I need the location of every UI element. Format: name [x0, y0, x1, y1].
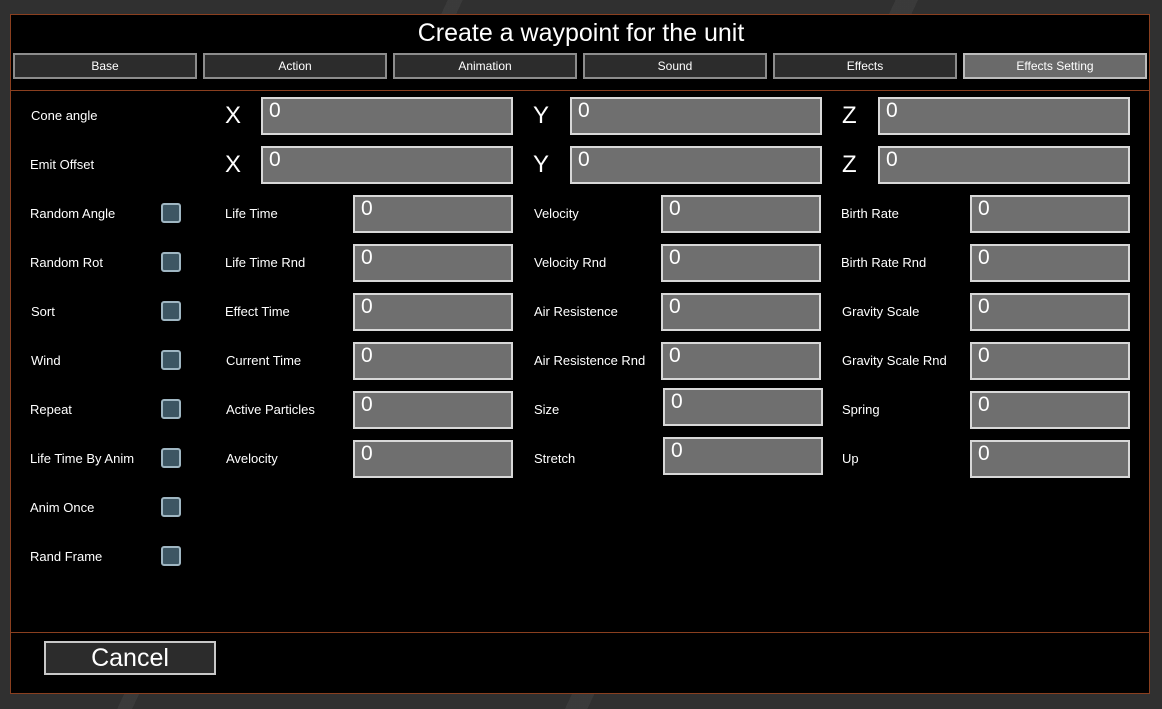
size-field[interactable]: 0	[663, 388, 823, 426]
rand-frame-checkbox[interactable]	[161, 546, 181, 566]
anim-once-checkbox[interactable]	[161, 497, 181, 517]
tab-effects[interactable]: Effects	[773, 53, 957, 79]
rand-frame-label: Rand Frame	[30, 549, 103, 564]
random-angle-label: Random Angle	[30, 206, 116, 221]
current-time-label: Current Time	[226, 353, 302, 368]
spring-field[interactable]: 0	[970, 391, 1130, 429]
cone-angle-y-field[interactable]: 0	[570, 97, 822, 135]
cone-angle-z-label: Z	[842, 102, 857, 129]
cone-angle-x-label: X	[225, 102, 242, 129]
tab-animation[interactable]: Animation	[393, 53, 577, 79]
air-resistence-rnd-label: Air Resistence Rnd	[534, 353, 646, 368]
life-time-field[interactable]: 0	[353, 195, 513, 233]
velocity-rnd-field[interactable]: 0	[661, 244, 821, 282]
up-label: Up	[842, 451, 859, 466]
emit-offset-x-label: X	[225, 151, 242, 178]
spring-label: Spring	[842, 402, 880, 417]
tab-action[interactable]: Action	[203, 53, 387, 79]
life-time-by-anim-label: Life Time By Anim	[30, 451, 135, 466]
repeat-checkbox[interactable]	[161, 399, 181, 419]
emit-offset-z-label: Z	[842, 151, 857, 178]
current-time-field[interactable]: 0	[353, 342, 513, 380]
tab-effects-setting[interactable]: Effects Setting	[963, 53, 1147, 79]
life-time-rnd-field[interactable]: 0	[353, 244, 513, 282]
cone-angle-z-field[interactable]: 0	[878, 97, 1130, 135]
avelocity-field[interactable]: 0	[353, 440, 513, 478]
wind-label: Wind	[31, 353, 61, 368]
waypoint-dialog: Create a waypoint for the unit Base Acti…	[10, 14, 1150, 694]
emit-offset-label: Emit Offset	[30, 157, 95, 172]
cone-angle-x-field[interactable]: 0	[261, 97, 513, 135]
air-resistence-rnd-field[interactable]: 0	[661, 342, 821, 380]
sort-checkbox[interactable]	[161, 301, 181, 321]
velocity-rnd-label: Velocity Rnd	[534, 255, 607, 270]
effect-time-field[interactable]: 0	[353, 293, 513, 331]
tab-sound[interactable]: Sound	[583, 53, 767, 79]
active-particles-label: Active Particles	[226, 402, 315, 417]
gravity-scale-label: Gravity Scale	[842, 304, 920, 319]
tab-bar: Base Action Animation Sound Effects Effe…	[13, 53, 1149, 81]
header-divider	[11, 90, 1149, 91]
up-field[interactable]: 0	[970, 440, 1130, 478]
anim-once-label: Anim Once	[30, 500, 95, 515]
life-time-label: Life Time	[225, 206, 278, 221]
birth-rate-rnd-field[interactable]: 0	[970, 244, 1130, 282]
random-angle-checkbox[interactable]	[161, 203, 181, 223]
random-rot-label: Random Rot	[30, 255, 103, 270]
birth-rate-label: Birth Rate	[841, 206, 899, 221]
life-time-rnd-label: Life Time Rnd	[225, 255, 306, 270]
stretch-label: Stretch	[534, 451, 576, 466]
cone-angle-label: Cone angle	[31, 108, 98, 123]
sort-label: Sort	[31, 304, 55, 319]
repeat-label: Repeat	[30, 402, 72, 417]
birth-rate-rnd-label: Birth Rate Rnd	[841, 255, 927, 270]
gravity-scale-field[interactable]: 0	[970, 293, 1130, 331]
avelocity-label: Avelocity	[226, 451, 278, 466]
stretch-field[interactable]: 0	[663, 437, 823, 475]
birth-rate-field[interactable]: 0	[970, 195, 1130, 233]
emit-offset-y-label: Y	[533, 151, 550, 178]
effect-time-label: Effect Time	[225, 304, 290, 319]
velocity-label: Velocity	[534, 206, 579, 221]
gravity-scale-rnd-field[interactable]: 0	[970, 342, 1130, 380]
wind-checkbox[interactable]	[161, 350, 181, 370]
dialog-title: Create a waypoint for the unit	[417, 19, 745, 47]
emit-offset-y-field[interactable]: 0	[570, 146, 822, 184]
active-particles-field[interactable]: 0	[353, 391, 513, 429]
footer-divider	[11, 632, 1149, 633]
cancel-button[interactable]: Cancel	[44, 641, 216, 675]
size-label: Size	[534, 402, 560, 417]
air-resistence-field[interactable]: 0	[661, 293, 821, 331]
life-time-by-anim-checkbox[interactable]	[161, 448, 181, 468]
velocity-field[interactable]: 0	[661, 195, 821, 233]
gravity-scale-rnd-label: Gravity Scale Rnd	[842, 353, 947, 368]
cone-angle-y-label: Y	[533, 102, 550, 129]
emit-offset-z-field[interactable]: 0	[878, 146, 1130, 184]
air-resistence-label: Air Resistence	[534, 304, 618, 319]
tab-base[interactable]: Base	[13, 53, 197, 79]
emit-offset-x-field[interactable]: 0	[261, 146, 513, 184]
random-rot-checkbox[interactable]	[161, 252, 181, 272]
